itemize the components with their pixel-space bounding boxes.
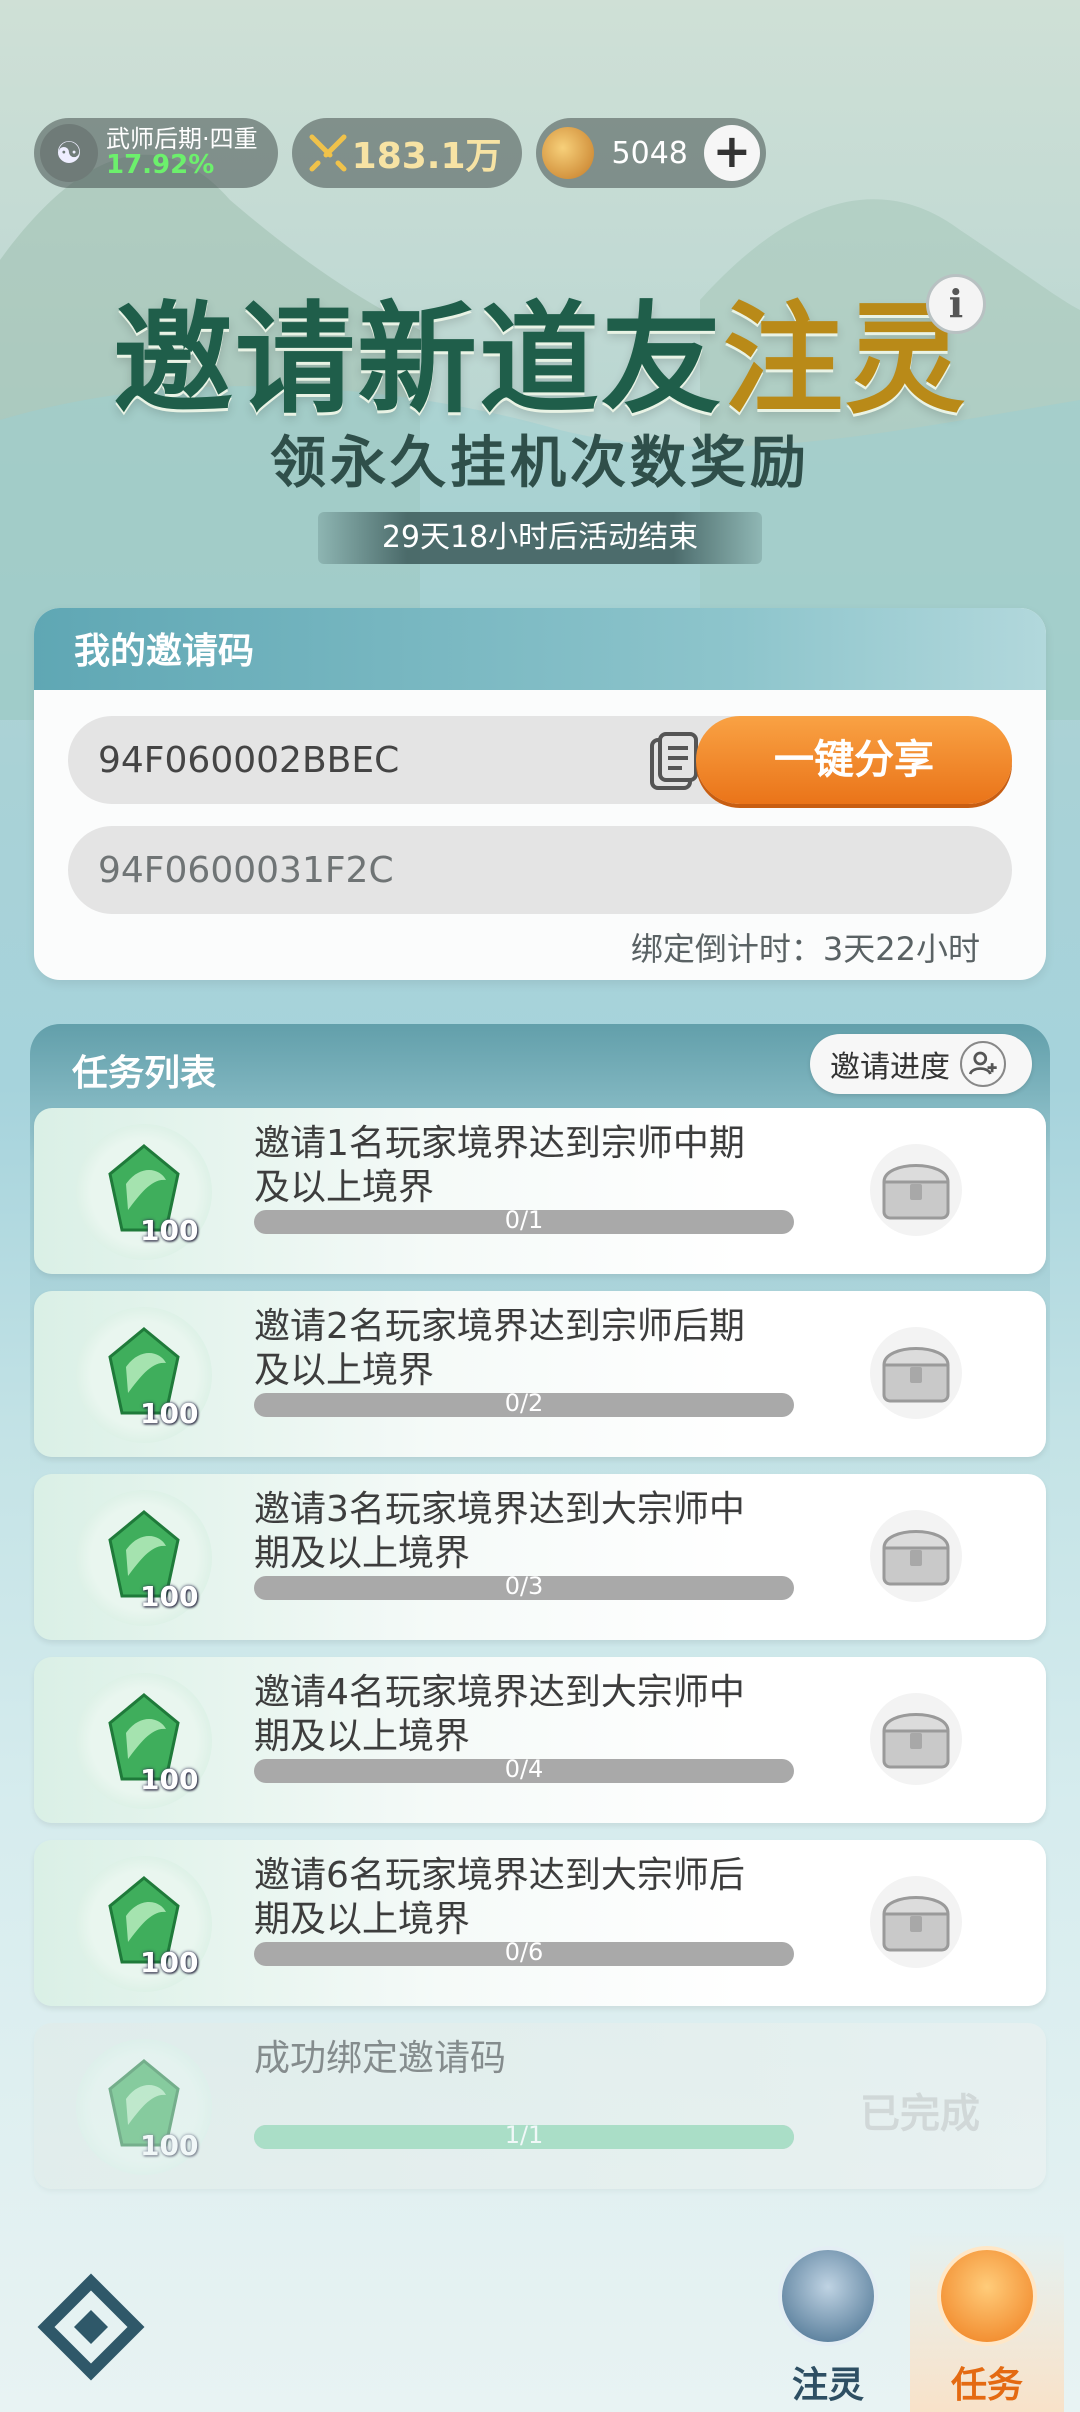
- tab-renwu-label: 任务: [950, 2365, 1023, 2406]
- tab-zhuling-label: 注灵: [791, 2365, 864, 2406]
- task-row[interactable]: 100 邀请2名玩家境界达到宗师后期 及以上境界 0/2: [34, 1291, 1046, 1457]
- task-progress-label: 0/1: [504, 1206, 544, 1234]
- task-list-heading: 任务列表: [72, 1053, 217, 1094]
- task-desc-line1: 邀请2名玩家境界达到宗师后期: [254, 1306, 745, 1347]
- realm-pill[interactable]: ☯ 武师后期·四重 17.92%: [34, 118, 278, 188]
- task-description: 邀请6名玩家境界达到大宗师后 期及以上境界: [254, 1854, 774, 1942]
- reward-quantity: 100: [140, 1946, 199, 1979]
- bind-countdown: 绑定倒计时：3天22小时: [630, 930, 980, 968]
- task-desc-line2: 及以上境界: [254, 1167, 435, 1208]
- task-row[interactable]: 100 邀请4名玩家境界达到大宗师中 期及以上境界 0/4: [34, 1657, 1046, 1823]
- reward-quantity: 100: [140, 2129, 199, 2162]
- swords-icon: [309, 134, 347, 172]
- status-bar: ☯ 武师后期·四重 17.92% 183.1万 5048 +: [34, 118, 766, 188]
- task-progress-label: 1/1: [504, 2121, 544, 2149]
- task-desc-line2: 期及以上境界: [254, 1533, 471, 1574]
- character-avatar-icon: ☯: [40, 124, 98, 182]
- page-subtitle: 领永久挂机次数奖励: [270, 431, 810, 496]
- zhuling-icon: [778, 2246, 878, 2346]
- event-countdown: 29天18小时后活动结束: [318, 512, 762, 564]
- task-progress-label: 0/3: [504, 1572, 544, 1600]
- invite-progress-button[interactable]: 邀请进度: [810, 1034, 1032, 1094]
- tab-zhuling[interactable]: 注灵: [758, 2232, 898, 2412]
- task-desc-line1: 邀请6名玩家境界达到大宗师后: [254, 1855, 745, 1896]
- realm-progress: 17.92%: [106, 149, 215, 180]
- task-row[interactable]: 100 邀请1名玩家境界达到宗师中期 及以上境界 0/1: [34, 1108, 1046, 1274]
- task-desc-line1: 成功绑定邀请码: [254, 2038, 507, 2079]
- back-icon[interactable]: [36, 2272, 146, 2382]
- bound-invite-code-field: 94F0600031F2C: [68, 826, 1012, 914]
- task-row[interactable]: 100 邀请6名玩家境界达到大宗师后 期及以上境界 0/6: [34, 1840, 1046, 2006]
- task-description: 邀请3名玩家境界达到大宗师中 期及以上境界: [254, 1488, 774, 1576]
- task-desc-line1: 邀请4名玩家境界达到大宗师中: [254, 1672, 745, 1713]
- task-description: 邀请2名玩家境界达到宗师后期 及以上境界: [254, 1305, 774, 1393]
- task-desc-line1: 邀请1名玩家境界达到宗师中期: [254, 1123, 745, 1164]
- bound-invite-code: 94F0600031F2C: [98, 849, 394, 891]
- currency-amount: 5048: [611, 135, 688, 171]
- task-desc-line1: 邀请3名玩家境界达到大宗师中: [254, 1489, 745, 1530]
- task-desc-line2: 期及以上境界: [254, 1899, 471, 1940]
- page-title: 邀请新道友注灵: [0, 262, 1080, 436]
- currency-pill: 5048 +: [535, 118, 766, 188]
- treasure-chest-icon[interactable]: [866, 1140, 966, 1240]
- treasure-chest-icon[interactable]: [866, 1689, 966, 1789]
- bottom-nav: 注灵 任务: [0, 2212, 1080, 2412]
- invite-code-heading: 我的邀请码: [34, 608, 1046, 690]
- title-text-main: 邀请新道友: [113, 289, 723, 430]
- tab-renwu[interactable]: 任务: [910, 2232, 1064, 2412]
- task-row[interactable]: 100 成功绑定邀请码 1/1 已完成: [34, 2023, 1046, 2189]
- task-row[interactable]: 100 邀请3名玩家境界达到大宗师中 期及以上境界 0/3: [34, 1474, 1046, 1640]
- my-invite-code: 94F060002BBEC: [98, 739, 400, 781]
- task-desc-line2: 期及以上境界: [254, 1716, 471, 1757]
- combat-power: 183.1万: [351, 136, 502, 177]
- info-button[interactable]: i: [926, 274, 986, 334]
- coin-icon: [541, 127, 594, 179]
- treasure-chest-icon[interactable]: [866, 1506, 966, 1606]
- treasure-chest-icon[interactable]: [866, 1872, 966, 1972]
- invite-code-card: 我的邀请码 94F060002BBEC 一键分享 94F0600031F2C 绑…: [34, 608, 1046, 980]
- task-progress-label: 0/6: [504, 1938, 544, 1966]
- treasure-chest-icon[interactable]: [866, 1323, 966, 1423]
- share-button[interactable]: 一键分享: [696, 716, 1012, 804]
- task-description: 邀请1名玩家境界达到宗师中期 及以上境界: [254, 1122, 774, 1210]
- task-description: 邀请4名玩家境界达到大宗师中 期及以上境界: [254, 1671, 774, 1759]
- task-description: 成功绑定邀请码: [254, 2037, 774, 2081]
- add-currency-button[interactable]: +: [703, 125, 760, 181]
- invite-progress-label: 邀请进度: [830, 1050, 950, 1085]
- reward-quantity: 100: [140, 1214, 199, 1247]
- realm-name: 武师后期·四重: [106, 124, 258, 153]
- reward-quantity: 100: [140, 1580, 199, 1613]
- reward-quantity: 100: [140, 1763, 199, 1796]
- reward-quantity: 100: [140, 1397, 199, 1430]
- add-user-icon: [960, 1041, 1006, 1087]
- copy-icon[interactable]: [644, 730, 704, 794]
- power-pill: 183.1万: [291, 118, 522, 188]
- task-desc-line2: 及以上境界: [254, 1350, 435, 1391]
- task-status-label: 已完成: [860, 2091, 980, 2137]
- task-progress-label: 0/4: [504, 1755, 544, 1783]
- task-progress-label: 0/2: [504, 1389, 544, 1417]
- scroll-icon: [937, 2246, 1037, 2346]
